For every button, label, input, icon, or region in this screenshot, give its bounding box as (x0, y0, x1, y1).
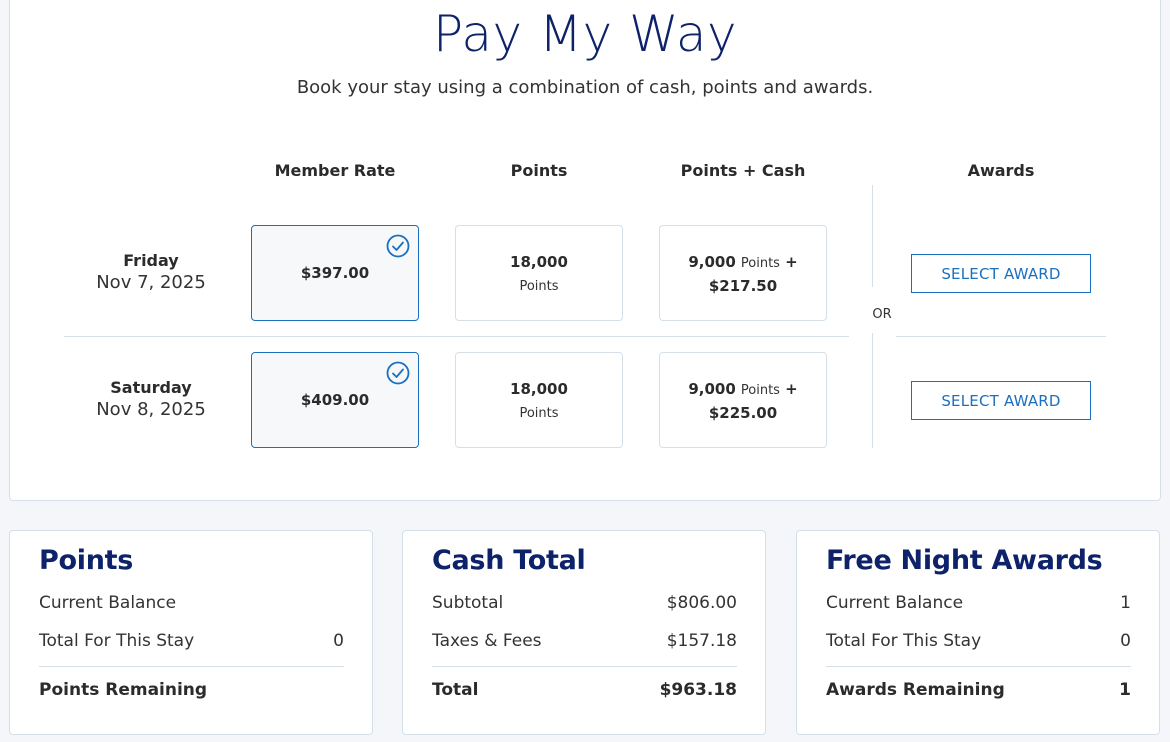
cash-summary-card: Cash Total Subtotal $806.00 Taxes & Fees… (402, 530, 766, 735)
summary-title: Free Night Awards (826, 545, 1103, 576)
summary-row-taxes-fees: Taxes & Fees $157.18 (432, 622, 737, 660)
column-header-member-rate: Member Rate (274, 161, 396, 180)
summary-row-current-balance: Current Balance (39, 584, 344, 622)
summary-row-current-balance: Current Balance 1 (826, 584, 1131, 622)
summary-row-total: Total $963.18 (432, 671, 737, 709)
member-rate-price: $409.00 (300, 391, 370, 409)
pc-points-unit: Points (740, 255, 780, 271)
night-row-1-date: Friday Nov 7, 2025 (51, 251, 251, 293)
pay-my-way-panel: Pay My Way Book your stay using a combin… (9, 0, 1161, 501)
row-label: Awards Remaining (826, 680, 1005, 700)
member-rate-price: $397.00 (300, 264, 370, 282)
summary-row-remaining: Awards Remaining 1 (826, 671, 1131, 709)
check-circle-icon (386, 361, 410, 385)
points-unit: Points (519, 405, 559, 421)
row-value: 1 (1120, 593, 1131, 613)
pc-plus: + (785, 252, 798, 271)
pc-cash-amount: $217.50 (708, 276, 778, 295)
select-award-button[interactable]: SELECT AWARD (911, 381, 1091, 420)
row-value: 0 (1120, 631, 1131, 651)
summary-divider (39, 666, 344, 667)
column-header-awards: Awards (967, 161, 1035, 180)
points-amount: 18,000 (510, 379, 568, 398)
page-subtitle: Book your stay using a combination of ca… (296, 77, 874, 98)
points-cash-option[interactable]: 9,000 Points + $217.50 (659, 225, 827, 321)
awards-summary-card: Free Night Awards Current Balance 1 Tota… (796, 530, 1160, 735)
row-label: Current Balance (826, 593, 964, 613)
row-value: 1 (1119, 680, 1131, 700)
points-unit: Points (519, 278, 559, 294)
night-row-2-date: Saturday Nov 8, 2025 (51, 378, 251, 420)
day-date: Nov 7, 2025 (96, 272, 206, 293)
summary-title: Cash Total (432, 545, 586, 576)
points-cash-option[interactable]: 9,000 Points + $225.00 (659, 352, 827, 448)
summary-divider (432, 666, 737, 667)
summary-row-subtotal: Subtotal $806.00 (432, 584, 737, 622)
pc-points-amount: 9,000 (688, 379, 736, 398)
row-value: $157.18 (666, 631, 737, 651)
select-award-button[interactable]: SELECT AWARD (911, 254, 1091, 293)
column-header-points-cash: Points + Cash (680, 161, 806, 180)
row-label: Total (432, 680, 479, 700)
row-value: $806.00 (666, 593, 737, 613)
page-title: Pay My Way (432, 5, 738, 63)
row-label: Points Remaining (39, 680, 208, 700)
points-option[interactable]: 18,000 Points (455, 225, 623, 321)
row-label: Total For This Stay (39, 631, 195, 651)
row-divider (64, 336, 849, 337)
summary-title: Points (39, 545, 133, 576)
or-divider-top (872, 185, 873, 287)
row-divider (896, 336, 1106, 337)
row-label: Subtotal (432, 593, 504, 613)
day-date: Nov 8, 2025 (96, 399, 206, 420)
row-label: Current Balance (39, 593, 177, 613)
summary-divider (826, 666, 1131, 667)
pc-plus: + (785, 379, 798, 398)
pc-points-unit: Points (740, 382, 780, 398)
row-value: $963.18 (659, 680, 737, 700)
summary-row-total-for-stay: Total For This Stay 0 (39, 622, 344, 660)
summary-row-total-for-stay: Total For This Stay 0 (826, 622, 1131, 660)
points-amount: 18,000 (510, 252, 568, 271)
pc-points-amount: 9,000 (688, 252, 736, 271)
check-circle-icon (386, 234, 410, 258)
or-divider-bottom (872, 333, 873, 448)
day-name: Saturday (110, 378, 192, 397)
row-value: 0 (333, 631, 344, 651)
points-summary-card: Points Current Balance Total For This St… (9, 530, 373, 735)
day-name: Friday (123, 251, 179, 270)
summary-row-remaining: Points Remaining (39, 671, 344, 709)
row-label: Taxes & Fees (432, 631, 542, 651)
or-label: OR (872, 307, 892, 322)
member-rate-option[interactable]: $409.00 (251, 352, 419, 448)
points-option[interactable]: 18,000 Points (455, 352, 623, 448)
member-rate-option[interactable]: $397.00 (251, 225, 419, 321)
pc-cash-amount: $225.00 (708, 403, 778, 422)
row-label: Total For This Stay (826, 631, 982, 651)
column-header-points: Points (510, 161, 568, 180)
